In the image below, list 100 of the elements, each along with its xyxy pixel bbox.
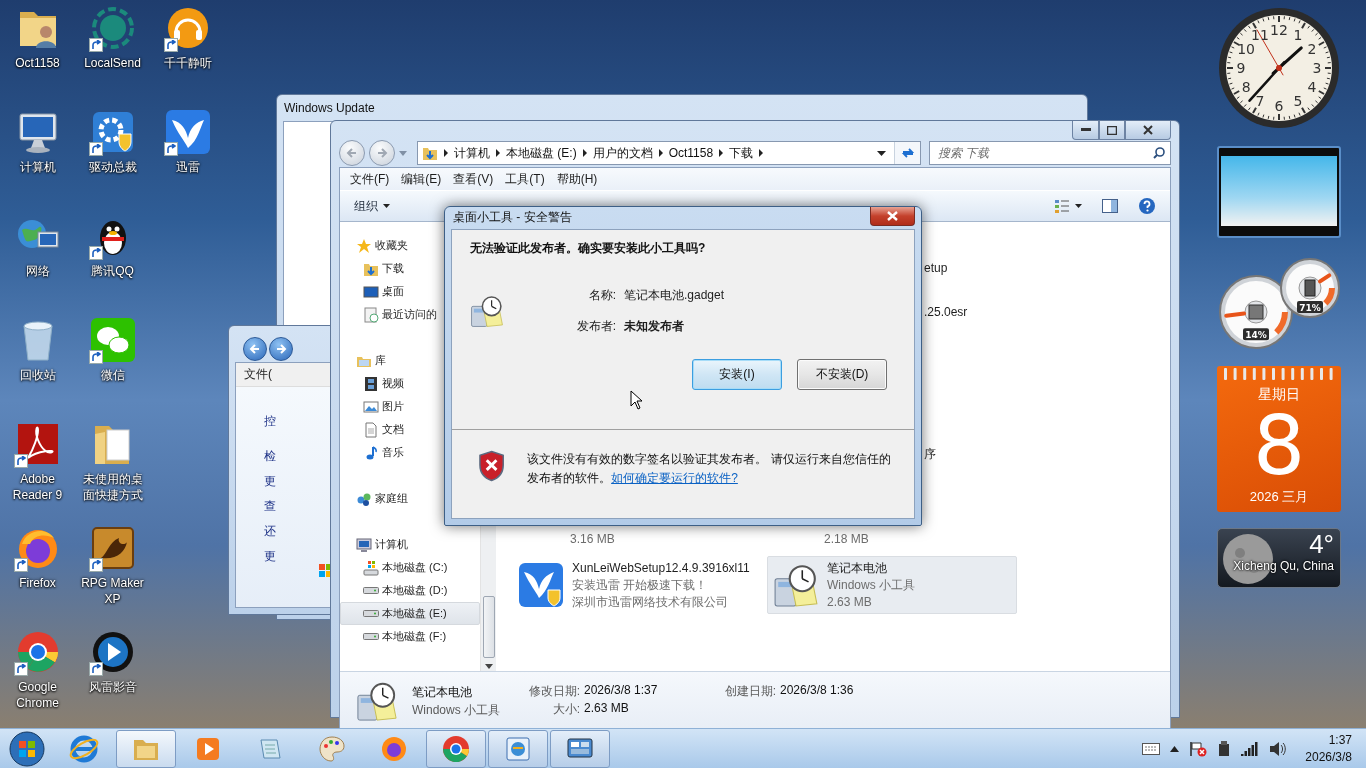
desktop-shortcut[interactable]: 回收站 (0, 316, 75, 420)
desktop-shortcut[interactable]: 网络 (0, 212, 75, 316)
close-icon (1143, 125, 1153, 135)
field-value: 未知发布者 (624, 318, 685, 335)
refresh-button[interactable] (894, 142, 920, 164)
clock-numeral: 1 (1293, 27, 1303, 44)
desktop-shortcut[interactable]: 腾讯QQ (75, 212, 150, 316)
star-icon (356, 237, 372, 254)
desktop-shortcut[interactable]: Google Chrome (0, 628, 75, 732)
breadcrumb-item[interactable]: Oct1158 (668, 146, 714, 160)
detail-label: 创建日期: (723, 682, 776, 700)
breadcrumb-item[interactable]: 下载 (729, 144, 754, 162)
menu-item[interactable]: 编辑(E) (395, 169, 448, 189)
nav-item[interactable]: 本地磁盘 (C:) (340, 556, 480, 579)
close-button[interactable] (870, 207, 915, 226)
calendar-day: 8 (1252, 404, 1306, 488)
task-link[interactable]: 更 (264, 473, 332, 498)
breadcrumb-arrow-icon (443, 149, 449, 157)
view-list-icon (1054, 198, 1070, 214)
temperature: 4° (1309, 529, 1334, 559)
address-bar[interactable]: 计算机 本地磁盘 (E:) 用户的文档 Oct1158 下载 (417, 141, 921, 165)
window-title: Windows Update (283, 100, 376, 117)
clock-numeral: 8 (1241, 79, 1251, 95)
drive-icon (363, 587, 379, 594)
palette-icon (317, 733, 347, 764)
breadcrumb-item[interactable]: 计算机 (454, 144, 490, 162)
file-name: .25.0esr (924, 305, 968, 321)
nav-item[interactable]: 计算机 (340, 533, 480, 556)
nav-item[interactable]: 本地磁盘 (D:) (340, 579, 480, 602)
desktop-shortcut[interactable]: RPG Maker XP (75, 524, 150, 628)
clock-numeral: 12 (1270, 22, 1288, 38)
device-icon[interactable] (1217, 740, 1232, 757)
desktop-shortcut[interactable]: Adobe Reader 9 (0, 420, 75, 524)
clock-numeral: 5 (1293, 92, 1303, 109)
help-icon (1138, 197, 1156, 215)
task-link[interactable]: 查 (264, 498, 332, 523)
refresh-arrows-icon (900, 147, 915, 159)
file-name: 序 (924, 446, 936, 463)
desktop-shortcut[interactable]: LocalSend (75, 4, 150, 108)
dropdown-caret-icon (383, 204, 390, 208)
file-tile[interactable]: XunLeiWebSetup12.4.9.3916xl11 安装迅雷 开始极速下载！ 深圳市迅雷网络技术有限公司 (512, 556, 764, 614)
speaker-icon[interactable] (1269, 740, 1288, 757)
dialog-button[interactable]: 不安装(D) (797, 359, 887, 390)
help-link[interactable]: 如何确定要运行的软件? (611, 471, 738, 485)
field-label: 发布者: (575, 318, 616, 335)
signal-bars-icon[interactable] (1241, 741, 1260, 756)
keyboard-icon[interactable] (1142, 742, 1161, 755)
flag-with-x-icon[interactable] (1189, 740, 1208, 757)
close-button[interactable] (1125, 121, 1171, 140)
task-link[interactable]: 控 (264, 413, 332, 438)
menu-item[interactable]: 查看(V) (447, 169, 500, 189)
dropdown-caret-icon (1075, 204, 1082, 208)
calculator-clock-icon (773, 562, 819, 608)
minimize-button[interactable] (1072, 121, 1099, 140)
desktop-shortcut[interactable]: 微信 (75, 316, 150, 420)
clock-date-button[interactable]: 1:37 2026/3/8 (1297, 731, 1358, 766)
clock-numeral: 9 (1236, 60, 1246, 76)
dialog-heading: 无法验证此发布者。确实要安装此小工具吗? (470, 240, 707, 257)
desktop-shortcut[interactable]: Firefox (0, 524, 75, 628)
taskbar-button[interactable] (488, 729, 548, 768)
forward-button[interactable] (269, 337, 293, 361)
breadcrumb-arrow-icon (495, 149, 501, 157)
scrollbar-thumb[interactable] (482, 596, 495, 658)
e-globe-icon (69, 733, 99, 764)
desktop-shortcut[interactable]: 计算机 (0, 108, 75, 212)
file-tile[interactable]: 笔记本电池 Windows 小工具 2.63 MB (767, 556, 1017, 614)
nav-item[interactable]: 本地磁盘 (F:) (340, 625, 480, 648)
calculator-clock-icon (470, 294, 504, 328)
task-link[interactable]: 还 (264, 523, 332, 548)
desktop-shortcut[interactable]: Oct1158 (0, 4, 75, 108)
task-link[interactable]: 更 (264, 548, 332, 573)
menu-item[interactable]: 工具(T) (499, 169, 551, 189)
desktop-shortcut[interactable]: 迅雷 (150, 108, 225, 212)
organize-button[interactable]: 组织 (348, 194, 396, 218)
taskbar-button[interactable] (116, 729, 176, 768)
detail-value: 2026/3/8 1:36 (780, 682, 855, 699)
desktop-shortcut[interactable]: 驱动总裁 (75, 108, 150, 212)
default-button[interactable]: 安装(I) (692, 359, 782, 390)
breadcrumb-item[interactable]: 本地磁盘 (E:) (506, 144, 577, 162)
up-caret-icon[interactable] (1170, 745, 1180, 752)
round-logo-icon (441, 733, 471, 764)
breadcrumb-arrow-icon (657, 149, 664, 157)
back-button[interactable] (243, 337, 267, 361)
task-link[interactable]: 检 (264, 448, 332, 473)
monitor-icon (356, 536, 372, 553)
maximize-button[interactable] (1099, 121, 1125, 140)
desktop-shortcut[interactable]: 未使用的桌面快捷方式 (75, 420, 150, 524)
desktop-shortcut[interactable]: 风雷影音 (75, 628, 150, 732)
breadcrumb-arrow-icon (581, 149, 588, 157)
dropdown-caret-icon[interactable] (877, 150, 886, 156)
menu-item[interactable]: 文件(F) (344, 169, 396, 189)
search-field[interactable]: 搜索 下载 (929, 141, 1171, 165)
taskbar-button[interactable] (550, 729, 610, 768)
nav-item[interactable]: 本地磁盘 (E:) (340, 602, 480, 625)
desktop-shortcut[interactable]: 千千静听 (150, 4, 225, 108)
taskbar-button[interactable] (426, 729, 486, 768)
breadcrumb-item[interactable]: 用户的文档 (592, 144, 653, 162)
detail-label: 大小: (551, 700, 580, 718)
gauge-reading: 71% (1299, 303, 1321, 314)
menu-item[interactable]: 帮助(H) (550, 169, 604, 189)
